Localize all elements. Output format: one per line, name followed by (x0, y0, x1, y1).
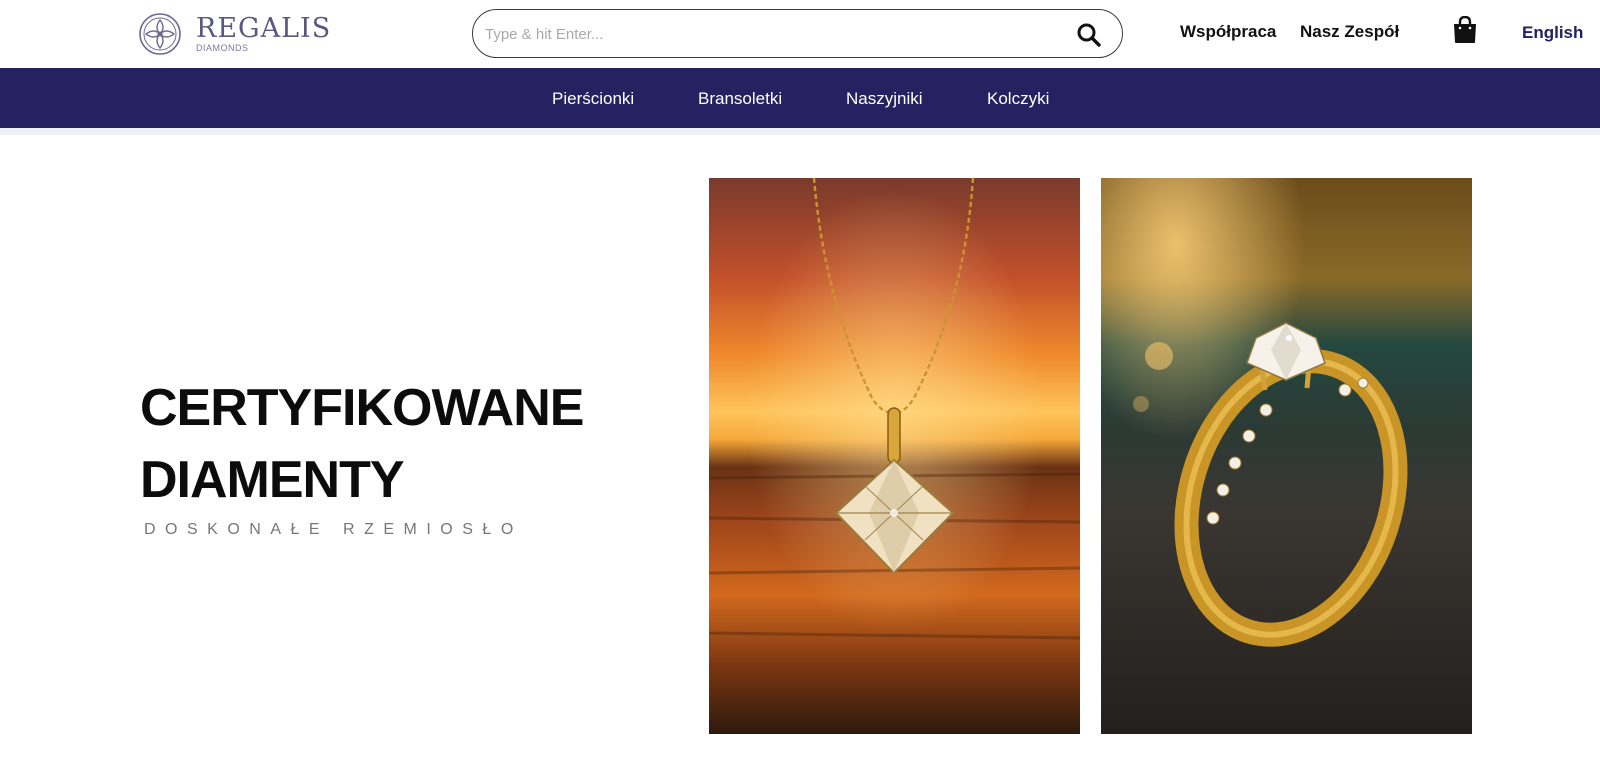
link-nasz-zespol[interactable]: Nasz Zespół (1300, 22, 1399, 42)
nav-item-naszyjniki[interactable]: Naszyjniki (846, 89, 923, 109)
search-input[interactable] (485, 22, 1045, 46)
navbar-shadow (0, 128, 1600, 135)
category-navbar: Pierścionki Bransoletki Naszyjniki Kolcz… (0, 68, 1600, 128)
search-icon[interactable] (1076, 22, 1102, 48)
pendant-image (709, 178, 1080, 734)
search-box (472, 9, 1123, 58)
hero-title-line2: DIAMENTY (140, 451, 405, 509)
logo-subtitle: DIAMONDS (196, 43, 249, 53)
nav-item-kolczyki[interactable]: Kolczyki (987, 89, 1049, 109)
logo-wordmark: REGALIS (196, 13, 332, 44)
nav-item-bransoletki[interactable]: Bransoletki (698, 89, 782, 109)
hero-subtitle: DOSKONAŁE RZEMIOSŁO (144, 521, 523, 538)
ring-image (1101, 178, 1472, 734)
ring-photo[interactable] (1101, 178, 1472, 734)
logo-emblem-icon (139, 13, 181, 55)
necklace-photo[interactable] (709, 178, 1080, 734)
logo-link[interactable]: REGALIS DIAMONDS (138, 12, 331, 56)
language-switch[interactable]: English (1522, 23, 1583, 43)
logo-text: REGALIS DIAMONDS (196, 15, 331, 53)
shopping-bag-icon[interactable] (1452, 16, 1478, 44)
nav-item-pierscionki[interactable]: Pierścionki (552, 89, 634, 109)
link-wspolpraca[interactable]: Współpraca (1180, 22, 1276, 42)
hero-title-line1: CERTYFIKOWANE (140, 379, 584, 437)
site-header: REGALIS DIAMONDS Współpraca Nasz Zespół … (0, 0, 1600, 68)
hero-title: CERTYFIKOWANE DIAMENTY (140, 372, 660, 516)
